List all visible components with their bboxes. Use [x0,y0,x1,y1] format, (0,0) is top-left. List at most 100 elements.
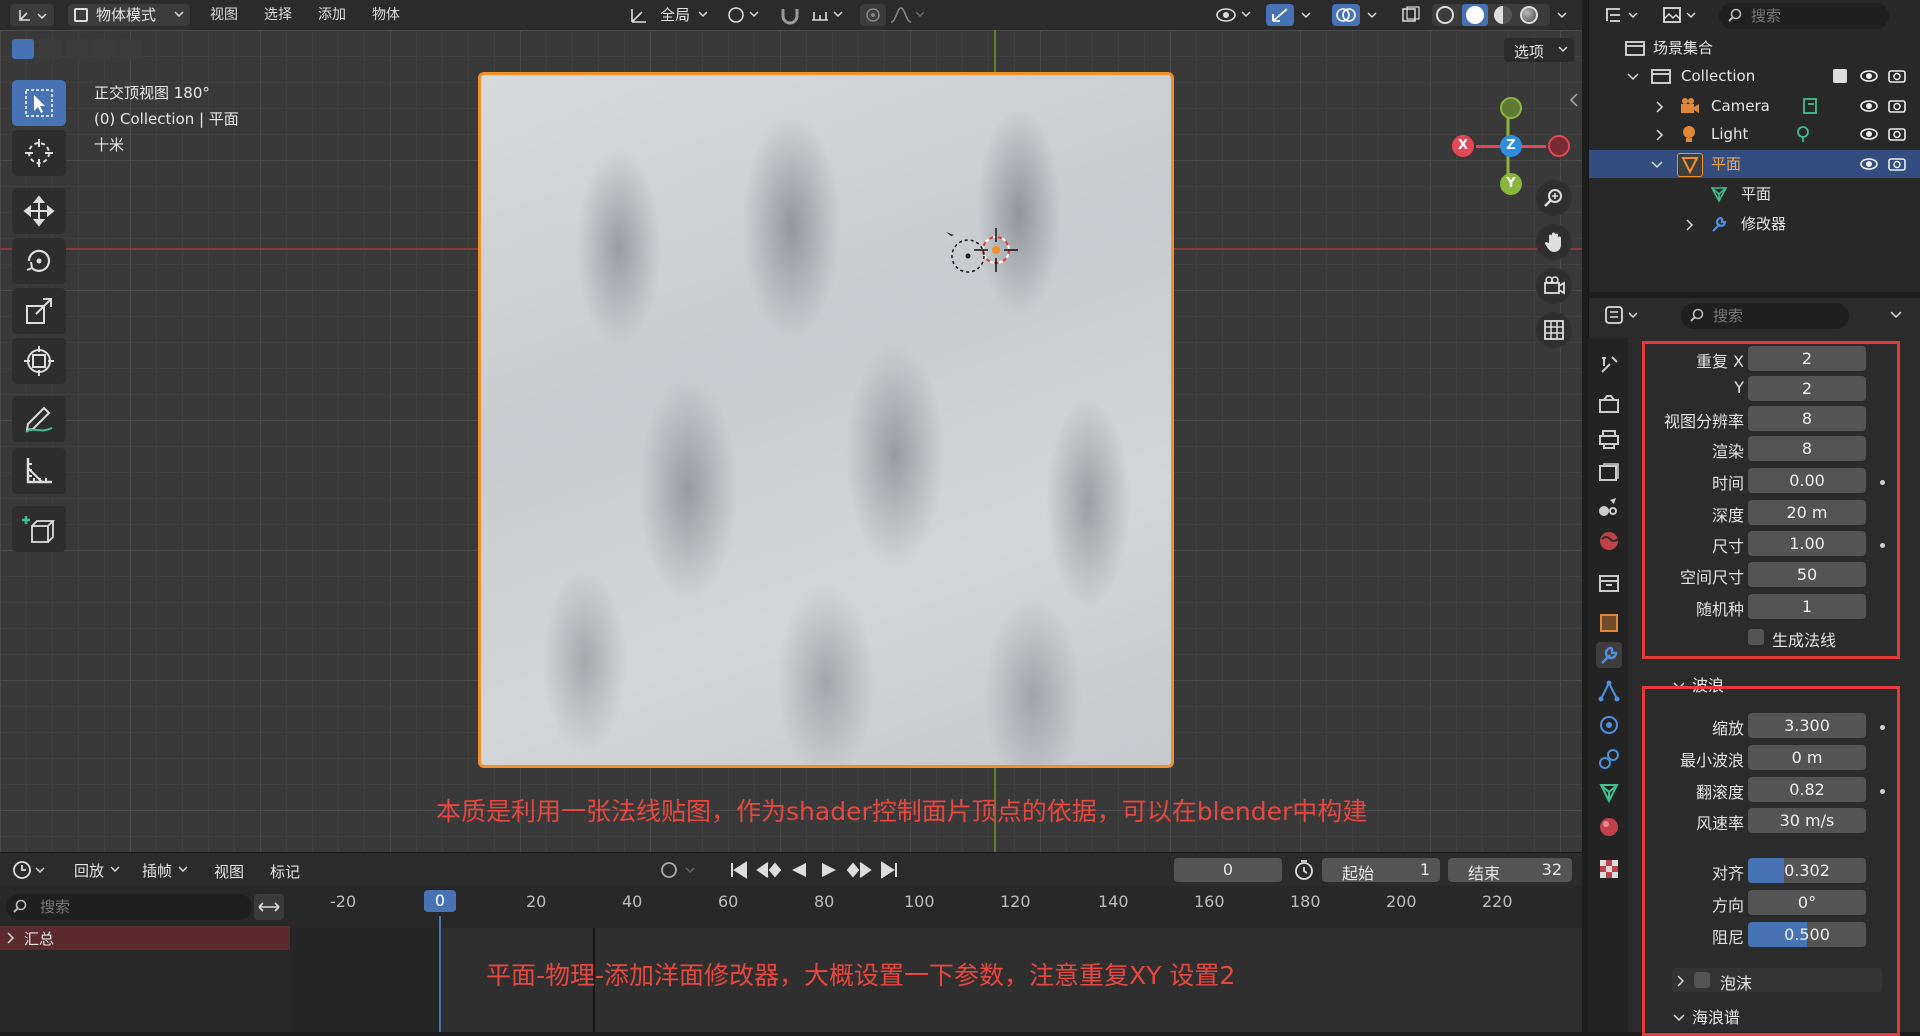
gizmo-dropdown[interactable] [1296,4,1318,26]
render-resolution-field[interactable]: 8 [1748,436,1866,461]
select-extend-button[interactable] [39,39,61,59]
keyframe-dot[interactable] [1880,543,1885,548]
measure-tool[interactable] [12,448,66,494]
add-cube-tool[interactable] [12,506,66,552]
play-icon[interactable] [814,859,844,881]
3d-viewport[interactable]: 正交顶视图 180° (0) Collection | 平面 十米 选项 X Y… [0,30,1582,852]
ortho-toggle-button[interactable] [1536,312,1572,348]
editor-type-button[interactable] [10,4,54,26]
outliner-editor-type[interactable] [1603,4,1647,26]
select-new-button[interactable] [12,39,34,59]
direction-field[interactable]: 0° [1748,890,1866,915]
cursor-tool[interactable] [12,130,66,176]
summary-row[interactable]: 汇总 [0,926,290,950]
falloff-dropdown[interactable] [888,4,928,26]
pan-button[interactable] [1536,224,1572,260]
collection-checkbox[interactable] [1833,69,1847,83]
damping-slider[interactable]: 0.500 [1748,922,1866,947]
menu-add[interactable]: 添加 [310,4,354,26]
render-tab-icon[interactable] [1596,392,1622,418]
move-tool[interactable] [12,188,66,234]
timeline-body[interactable]: 搜索 汇总 -20 0 20 40 60 80 100 120 140 160 … [0,886,1582,1032]
gizmo-y-axis[interactable]: Y [1500,173,1522,195]
spectrum-panel-header[interactable]: 海浪谱 [1672,1004,1740,1028]
sidebar-toggle-icon[interactable] [1568,92,1580,108]
select-invert-button[interactable] [93,39,115,59]
chevron-down-icon[interactable] [1889,310,1903,320]
snap-target-dropdown[interactable] [808,4,848,26]
timeline-editor-type[interactable] [10,859,56,881]
scene-tab-icon[interactable] [1596,494,1622,520]
gizmo-z-axis[interactable]: Z [1500,135,1522,157]
wireframe-shading-icon[interactable] [1436,6,1454,24]
timeline-menu-view[interactable]: 视图 [214,861,244,882]
light-data-icon[interactable] [1793,124,1813,144]
auto-keying-toggle[interactable] [658,859,704,881]
solid-shading-button[interactable] [1462,4,1488,26]
spatial-size-field[interactable]: 50 [1748,562,1866,587]
modifier-tab[interactable] [1596,642,1622,668]
render-camera-icon[interactable] [1887,68,1907,84]
outliner-modifiers[interactable]: 修改器 [1589,210,1920,238]
jump-end-icon[interactable] [874,859,904,881]
mesh-data-tab-icon[interactable] [1596,780,1622,806]
time-field[interactable]: 0.00 [1748,468,1866,493]
keying-dropdown[interactable]: 插帧 [142,859,192,881]
chevron-down-icon[interactable] [1651,160,1663,170]
eye-icon[interactable] [1859,98,1879,114]
overlays-toggle[interactable] [1332,4,1360,26]
texture-tab-icon[interactable] [1596,856,1622,882]
chevron-right-icon[interactable] [1685,219,1695,231]
depth-field[interactable]: 20 m [1748,500,1866,525]
object-tab-icon[interactable] [1596,610,1622,636]
xray-toggle[interactable] [1398,4,1424,26]
alignment-slider[interactable]: 0.302 [1748,858,1866,883]
choppiness-field[interactable]: 0.82 [1748,777,1866,802]
next-keyframe-icon[interactable] [844,859,874,881]
start-frame-field[interactable]: 起始 1 [1322,858,1440,883]
repeat-x-field[interactable]: 2 [1748,346,1866,371]
view-layer-tab-icon[interactable] [1596,460,1622,486]
wave-scale-field[interactable]: 3.300 [1748,713,1866,738]
mode-dropdown[interactable]: 物体模式 [68,4,190,26]
eye-icon[interactable] [1859,68,1879,84]
overlays-dropdown[interactable] [1362,4,1384,26]
display-mode-dropdown[interactable] [1661,4,1705,26]
physics-tab-icon[interactable] [1596,712,1622,738]
wind-velocity-field[interactable]: 30 m/s [1748,808,1866,833]
smallest-wave-field[interactable]: 0 m [1748,745,1866,770]
outliner-collection[interactable]: Collection [1589,62,1920,90]
timeline-search-input[interactable]: 搜索 [6,894,252,920]
timeline-menu-marker[interactable]: 标记 [270,861,300,882]
select-box-tool[interactable] [12,80,66,126]
zoom-button[interactable] [1536,180,1572,216]
current-frame-field[interactable]: 0 [1174,858,1282,882]
frame-rate-toggle[interactable] [1290,858,1318,882]
outliner-light[interactable]: Light [1589,120,1920,148]
render-camera-icon[interactable] [1887,98,1907,114]
keyframe-dot[interactable] [1880,480,1885,485]
material-tab-icon[interactable] [1596,814,1622,840]
snap-toggle[interactable] [776,4,804,26]
proportional-edit-toggle[interactable] [860,4,886,26]
chevron-right-icon[interactable] [1655,101,1665,113]
gizmo-x-negative[interactable] [1548,135,1570,157]
rendered-shading-icon[interactable] [1520,6,1538,24]
transform-tool[interactable] [12,338,66,384]
chevron-right-icon[interactable] [1655,129,1665,141]
constraints-tab-icon[interactable] [1596,746,1622,772]
menu-object[interactable]: 物体 [364,4,408,26]
output-tab-icon[interactable] [1596,426,1622,452]
generate-normals-checkbox[interactable] [1748,629,1764,645]
transform-orientation-dropdown[interactable]: 全局 [624,4,712,26]
outliner-plane[interactable]: 平面 [1589,150,1920,178]
ocean-plane-mesh[interactable] [478,72,1174,768]
outliner-scene-collection[interactable]: 场景集合 [1589,34,1920,62]
options-dropdown[interactable]: 选项 [1504,38,1574,62]
eye-icon[interactable] [1859,156,1879,172]
visibility-dropdown[interactable] [1212,4,1256,26]
jump-start-icon[interactable] [724,859,754,881]
outliner-camera[interactable]: Camera [1589,92,1920,120]
playhead-frame-badge[interactable]: 0 [424,890,456,912]
rotate-tool[interactable] [12,238,66,284]
